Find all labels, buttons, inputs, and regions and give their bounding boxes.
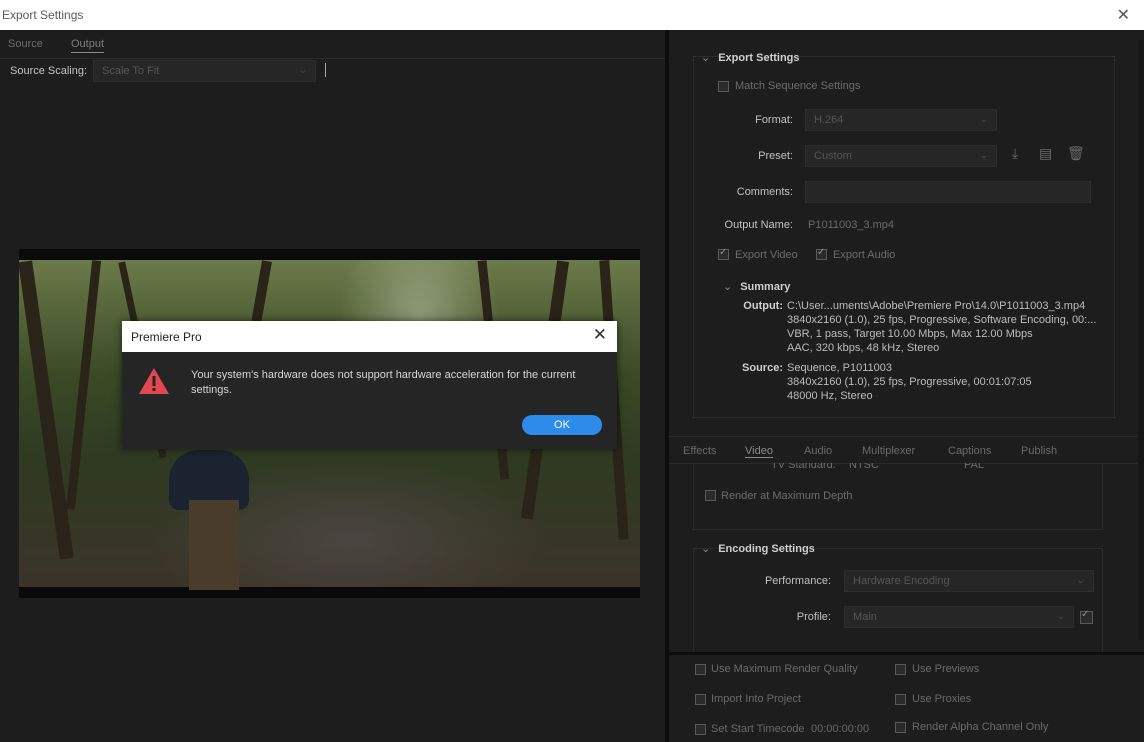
right-panel: ⌄ Export Settings Match Sequence Settings… — [669, 30, 1144, 742]
summary-output-line: AAC, 320 kbps, 48 kHz, Stereo — [787, 342, 940, 354]
window-title: Export Settings — [2, 8, 84, 22]
format-label: Format: — [755, 114, 793, 126]
warning-icon — [139, 368, 169, 394]
import-into-project-checkbox[interactable] — [695, 694, 706, 705]
performance-value: Hardware Encoding — [853, 575, 950, 587]
performance-label: Performance: — [764, 575, 831, 587]
bottom-options: Use Maximum Render Quality Use Previews … — [669, 652, 1144, 742]
chevron-down-icon: ⌄ — [979, 114, 988, 125]
use-previews-checkbox[interactable] — [895, 664, 906, 675]
performance-select[interactable]: Hardware Encoding ⌄ — [844, 570, 1094, 592]
encoding-settings-box — [693, 548, 1103, 652]
chevron-down-icon: ⌄ — [1056, 611, 1065, 622]
summary-source-line: Sequence, P1011003 — [787, 362, 892, 374]
profile-select[interactable]: Main ⌄ — [844, 606, 1074, 628]
tab-source[interactable]: Source — [8, 38, 43, 50]
right-panel-scrollbar[interactable] — [1138, 40, 1144, 640]
use-proxies-label: Use Proxies — [912, 693, 972, 705]
summary-output-line: VBR, 1 pass, Target 10.00 Mbps, Max 12.0… — [787, 328, 1033, 340]
comments-label: Comments: — [736, 186, 793, 198]
dialog-close-icon[interactable]: ✕ — [593, 325, 607, 345]
tab-audio[interactable]: Audio — [804, 445, 832, 457]
encoding-settings-heading[interactable]: ⌄ Encoding Settings — [701, 542, 815, 555]
preset-label: Preset: — [758, 150, 793, 162]
output-name-label: Output Name: — [724, 219, 793, 231]
export-settings-heading[interactable]: ⌄ Export Settings — [701, 51, 800, 64]
tab-captions[interactable]: Captions — [948, 445, 991, 457]
tab-video[interactable]: Video — [745, 445, 773, 458]
summary-output-line: 3840x2160 (1.0), 25 fps, Progressive, So… — [787, 314, 1097, 326]
ok-button[interactable]: OK — [522, 415, 602, 435]
export-audio-label: Export Audio — [833, 249, 896, 261]
dialog-title: Premiere Pro — [131, 330, 202, 344]
chevron-down-icon: ⌄ — [979, 150, 988, 161]
tab-effects[interactable]: Effects — [683, 445, 716, 457]
comments-input[interactable] — [805, 181, 1091, 203]
max-render-quality-label: Use Maximum Render Quality — [711, 663, 858, 675]
person-legs — [189, 500, 239, 590]
export-audio-checkbox[interactable] — [816, 247, 827, 260]
output-name-link[interactable]: P1011003_3.mp4 — [808, 219, 894, 231]
set-start-timecode-label: Set Start Timecode — [711, 723, 805, 735]
tab-multiplexer[interactable]: Multiplexer — [862, 445, 915, 457]
format-value: H.264 — [814, 114, 844, 126]
close-icon[interactable]: ✕ — [1117, 5, 1130, 25]
alert-dialog: Premiere Pro ✕ Your system's hardware do… — [122, 321, 617, 449]
tab-publish[interactable]: Publish — [1021, 445, 1057, 457]
render-alpha-label: Render Alpha Channel Only — [912, 721, 1049, 733]
summary-output-line: C:\User...uments\Adobe\Premiere Pro\14.0… — [787, 300, 1086, 312]
render-max-depth-checkbox[interactable] — [705, 490, 716, 501]
profile-value: Main — [853, 611, 877, 623]
profile-label: Profile: — [796, 611, 831, 623]
summary-source-key: Source: — [742, 362, 783, 374]
format-select[interactable]: H.264 ⌄ — [805, 109, 997, 131]
match-sequence-checkbox[interactable] — [718, 81, 729, 92]
export-video-label: Export Video — [735, 249, 798, 261]
import-into-project-label: Import Into Project — [711, 693, 801, 705]
set-start-timecode-checkbox[interactable] — [695, 724, 706, 735]
chevron-down-icon: ⌄ — [298, 65, 307, 76]
match-sequence-label: Match Sequence Settings — [735, 80, 861, 92]
save-preset-icon[interactable]: ⤓ — [1012, 145, 1018, 162]
source-scaling-value: Scale To Fit — [102, 65, 160, 77]
profile-checkbox[interactable] — [1080, 609, 1093, 624]
import-preset-icon[interactable]: ▤ — [1039, 145, 1052, 162]
left-tabs: Source Output — [0, 30, 665, 59]
text-cursor — [325, 63, 326, 77]
preset-value: Custom — [814, 150, 852, 162]
dialog-message: Your system's hardware does not support … — [191, 369, 576, 396]
source-scaling-select[interactable]: Scale To Fit ⌄ — [93, 60, 316, 82]
title-bar: Export Settings ✕ — [0, 0, 1144, 30]
source-scaling-label: Source Scaling: — [10, 65, 88, 77]
summary-source-line: 3840x2160 (1.0), 25 fps, Progressive, 00… — [787, 376, 1032, 388]
summary-heading[interactable]: ⌄ Summary — [723, 280, 790, 293]
render-max-depth-label: Render at Maximum Depth — [721, 490, 853, 502]
settings-tabs: Effects Video Audio Multiplexer Captions… — [669, 436, 1144, 464]
delete-preset-icon[interactable]: 🗑 — [1067, 145, 1085, 162]
chevron-down-icon: ⌄ — [1076, 575, 1085, 586]
tab-output[interactable]: Output — [71, 38, 105, 53]
preset-select[interactable]: Custom ⌄ — [805, 145, 997, 167]
start-timecode-field[interactable]: 00:00:00:00 — [811, 723, 869, 735]
render-alpha-checkbox[interactable] — [895, 722, 906, 733]
summary-source-line: 48000 Hz, Stereo — [787, 390, 873, 402]
chevron-down-icon: ⌄ — [701, 52, 711, 64]
chevron-down-icon: ⌄ — [723, 281, 733, 293]
dialog-header: Premiere Pro ✕ — [122, 321, 617, 352]
summary-output-key: Output: — [743, 300, 783, 312]
use-proxies-checkbox[interactable] — [895, 694, 906, 705]
export-video-checkbox[interactable] — [718, 247, 729, 260]
max-render-quality-checkbox[interactable] — [695, 664, 706, 675]
chevron-down-icon: ⌄ — [701, 543, 711, 555]
use-previews-label: Use Previews — [912, 663, 980, 675]
